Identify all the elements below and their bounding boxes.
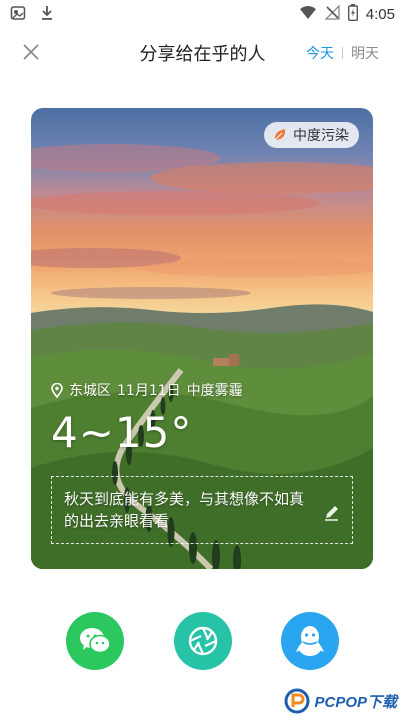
watermark-text: PCPOP下载 [314,693,397,711]
status-bar: 4:05 [0,0,405,28]
weather-condition: 中度雾霾 [186,383,243,399]
no-signal-icon [324,4,340,24]
wifi-icon [299,5,317,24]
gallery-app-icon [10,5,26,25]
tab-today[interactable]: 今天 [306,43,334,63]
quote-box[interactable]: 秋天到底能有多美，与其想像不如真的出去亲眼看看 [51,476,353,544]
location-name: 东城区 [69,383,111,399]
wechat-icon [80,628,111,654]
temperature-range: 4~15° [51,408,193,457]
pcpop-logo-icon [284,688,310,714]
leaf-icon [274,129,286,141]
weather-share-card: 中度污染 东城区 11月11日 中度雾霾 4~15° 秋天到底能有多美，与其想像… [31,108,373,569]
tab-divider [342,47,343,59]
tab-tomorrow[interactable]: 明天 [351,43,379,63]
close-icon [23,44,39,60]
location-pin-icon [51,382,63,398]
edit-quote-button[interactable] [322,503,342,523]
share-wechat-button[interactable] [66,612,124,670]
moments-shutter-icon [188,626,218,656]
status-time: 4:05 [365,6,395,23]
quote-text: 秋天到底能有多美，与其想像不如真的出去亲眼看看 [64,490,305,530]
location-date-row: 东城区 11月11日 中度雾霾 [51,380,243,400]
pencil-icon [325,506,338,521]
share-qq-button[interactable] [281,612,339,670]
header: 分享给在乎的人 今天 明天 [0,30,405,74]
close-button[interactable] [18,39,44,65]
weather-date: 11月11日 [117,383,181,399]
download-icon [40,5,54,25]
share-options [0,612,405,672]
pollution-badge: 中度污染 [264,122,359,148]
pollution-badge-label: 中度污染 [293,128,349,144]
watermark: PCPOP下载 [284,688,397,714]
battery-icon [347,4,358,25]
qq-penguin-icon [296,626,324,656]
share-moments-button[interactable] [174,612,232,670]
day-tabs: 今天 明天 [306,43,379,63]
